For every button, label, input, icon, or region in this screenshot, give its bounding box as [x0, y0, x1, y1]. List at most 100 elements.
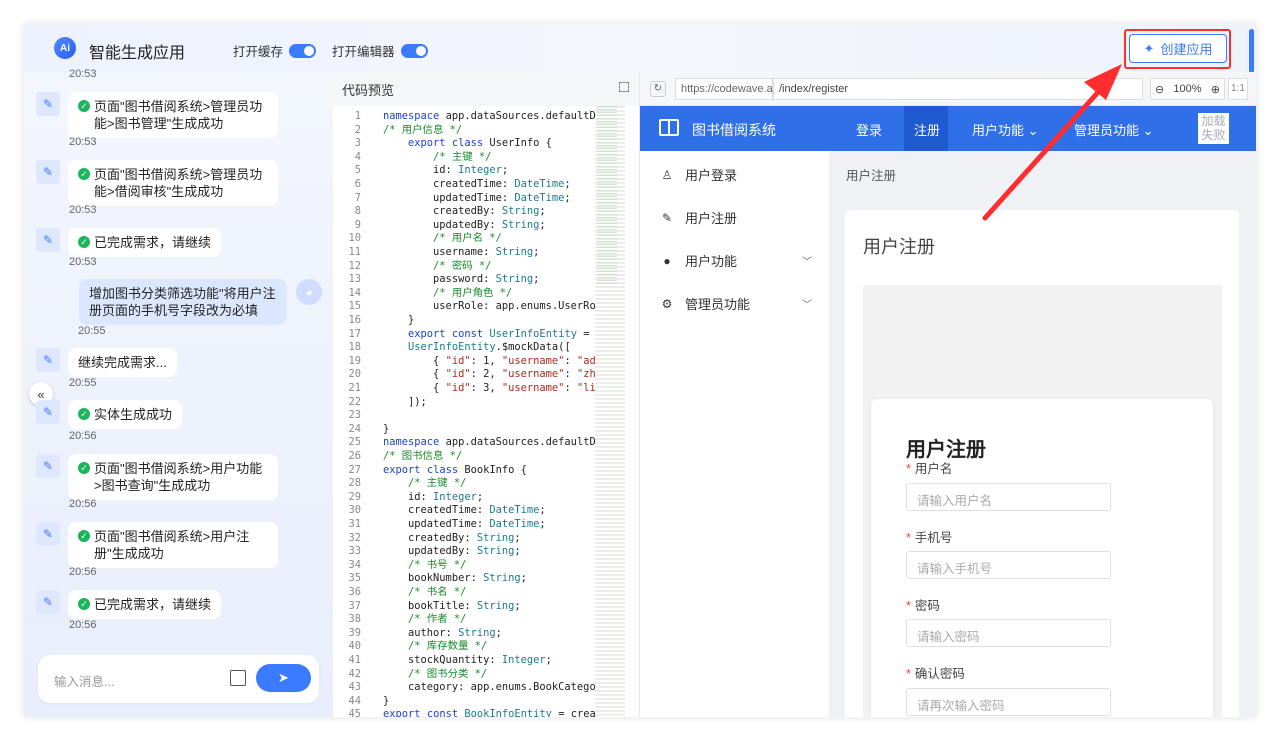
- code-line: export const UserInfoEntity = cre: [408, 327, 590, 340]
- ai-logo-icon: Ai: [54, 37, 76, 59]
- book-icon: [659, 119, 679, 136]
- line-number: 33: [348, 545, 361, 558]
- message-text: 已完成需求，请继续: [94, 235, 212, 250]
- edit-icon: ✎: [661, 210, 673, 225]
- code-line: /* 主键 */: [383, 150, 492, 163]
- nav-admin-functions[interactable]: 管理员功能 ⌄: [1074, 120, 1154, 139]
- line-number: 30: [348, 504, 361, 517]
- side-item-login[interactable]: ♙ 用户登录: [660, 165, 737, 184]
- chat-message: ✎ ✓ 实体生成成功: [36, 400, 183, 429]
- code-line: stockQuantity: Integer;: [383, 654, 552, 666]
- message-text: 页面"图书借阅系统>用户功能>图书查询"生成成功: [94, 461, 263, 493]
- gear-icon: ⚙: [661, 296, 673, 311]
- password-input[interactable]: 请输入密码: [906, 619, 1111, 647]
- line-number: 14: [348, 286, 361, 299]
- chevron-down-icon: ⌄: [1027, 123, 1039, 138]
- check-circle-icon: ✓: [78, 530, 90, 542]
- username-input[interactable]: 请输入用户名: [906, 483, 1111, 511]
- line-number: 7: [354, 191, 361, 204]
- side-item-admin-functions[interactable]: ⚙ 管理员功能 ﹀: [660, 294, 830, 313]
- code-line: bookNumber: String;: [383, 572, 527, 585]
- code-line: UserInfoEntity.$mockData([: [408, 341, 571, 354]
- app-title: 智能生成应用: [89, 45, 186, 62]
- bot-avatar-icon: ✎: [36, 348, 60, 372]
- preview-url-bar: ↻ https://codewave.ai /index/register ⊖ 1…: [640, 72, 1256, 106]
- check-circle-icon: ✓: [78, 236, 90, 248]
- line-number: 16: [348, 314, 361, 326]
- code-line: /* 库存数量 */: [383, 640, 488, 653]
- bot-avatar-icon: ✎: [36, 92, 60, 116]
- top-bar: Ai 智能生成应用 打开缓存 打开编辑器 ✦ 创建应用: [24, 24, 1256, 73]
- line-number: 42: [348, 667, 361, 680]
- code-line: /* 密码 */: [383, 259, 492, 272]
- zoom-control[interactable]: ⊖ 100% ⊕: [1150, 78, 1225, 100]
- code-line: namespace app.dataSources.defaultDS.e: [383, 110, 595, 122]
- cache-switch[interactable]: [289, 43, 317, 58]
- message-text: 页面"图书借阅系统>管理员功能>借阅审核"生成成功: [94, 167, 263, 199]
- code-minimap[interactable]: [595, 106, 625, 717]
- image-upload-icon[interactable]: [230, 670, 246, 686]
- code-line: userRole: app.enums.UserRole;: [383, 300, 595, 313]
- expand-icon[interactable]: [619, 82, 629, 92]
- timestamp: 20:53: [69, 204, 97, 216]
- app-system-title: 图书借阅系统: [692, 122, 776, 138]
- scrollbar[interactable]: [1249, 29, 1254, 73]
- nav-user-functions[interactable]: 用户功能 ⌄: [972, 120, 1039, 139]
- check-circle-icon: ✓: [78, 598, 90, 610]
- page-heading: 用户注册: [863, 237, 935, 257]
- code-line: id: Integer;: [383, 164, 509, 177]
- timestamp: 20:53: [69, 68, 97, 80]
- nav-register[interactable]: 注册: [914, 120, 940, 139]
- message-bubble: ✓ 页面"图书借阅系统>管理员功能>借阅审核"生成成功: [68, 160, 278, 206]
- side-item-user-functions[interactable]: ● 用户功能 ﹀: [660, 251, 830, 270]
- code-line: /* 图书信息 */: [383, 450, 463, 462]
- line-number: 9: [354, 218, 361, 231]
- required-mark: *: [906, 667, 911, 681]
- code-line: category: app.enums.BookCategory;: [383, 681, 595, 694]
- zoom-in-icon[interactable]: ⊕: [1211, 83, 1220, 96]
- nav-admin-label: 管理员功能: [1074, 123, 1140, 138]
- confirm-password-input[interactable]: 请再次输入密码: [906, 688, 1111, 716]
- line-number: 26: [348, 450, 361, 462]
- create-app-button[interactable]: ✦ 创建应用: [1129, 34, 1227, 63]
- required-mark: *: [906, 531, 911, 545]
- side-user-label: 用户功能: [685, 254, 738, 269]
- line-number: 11: [348, 246, 361, 258]
- editor-toggle[interactable]: 打开编辑器: [332, 41, 428, 60]
- timestamp: 20:56: [69, 619, 97, 631]
- code-line: /* 用户信息 */: [383, 123, 463, 136]
- code-line: updatedTime: DateTime;: [383, 518, 546, 530]
- side-item-register[interactable]: ✎ 用户注册: [660, 208, 737, 227]
- username-label-text: 用户名: [914, 462, 953, 476]
- page-card: 用户注册 用户注册 * 用户名 请输入用户名 * 手机号 请输入手机号 * 密码 请输…: [845, 210, 1239, 717]
- phone-input[interactable]: 请输入手机号: [906, 551, 1111, 579]
- editor-switch[interactable]: [400, 43, 428, 58]
- message-input[interactable]: 输入消息... ➤: [38, 655, 319, 703]
- password-label: * 密码: [906, 595, 940, 614]
- chevron-down-icon: ⌄: [1142, 123, 1154, 138]
- code-line: namespace app.dataSources.defaultDS.e: [383, 436, 595, 449]
- line-number: 35: [348, 572, 361, 585]
- url-path-input[interactable]: /index/register: [773, 78, 1143, 100]
- actual-size-button[interactable]: 1:1: [1228, 78, 1248, 100]
- bot-avatar-icon: ✎: [36, 228, 60, 252]
- line-number: 31: [348, 518, 361, 530]
- nav-login[interactable]: 登录: [856, 120, 882, 139]
- line-number: 24: [348, 422, 361, 435]
- zoom-out-icon[interactable]: ⊖: [1155, 83, 1164, 96]
- bot-avatar-icon: ✎: [36, 160, 60, 184]
- code-line: { "id": 1, "username": "admir: [383, 354, 595, 367]
- confirm-label-text: 确认密码: [914, 667, 965, 681]
- code-line: updatedTime: DateTime;: [383, 191, 571, 204]
- send-button[interactable]: ➤: [256, 664, 311, 692]
- code-line: username: String;: [383, 246, 540, 258]
- line-number: 41: [348, 654, 361, 666]
- cache-toggle[interactable]: 打开缓存: [233, 41, 317, 60]
- reload-icon[interactable]: ↻: [650, 81, 666, 97]
- chat-message: ✎ ✓ 页面"图书借阅系统>用户注册"生成成功: [36, 522, 278, 568]
- code-line: id: Integer;: [383, 490, 484, 503]
- line-number: 8: [354, 205, 361, 218]
- code-line: author: String;: [383, 626, 502, 639]
- code-editor[interactable]: 1 namespace app.dataSources.defaultDS.e 2 /…: [333, 106, 595, 717]
- code-line: export class BookInfo {: [383, 463, 527, 476]
